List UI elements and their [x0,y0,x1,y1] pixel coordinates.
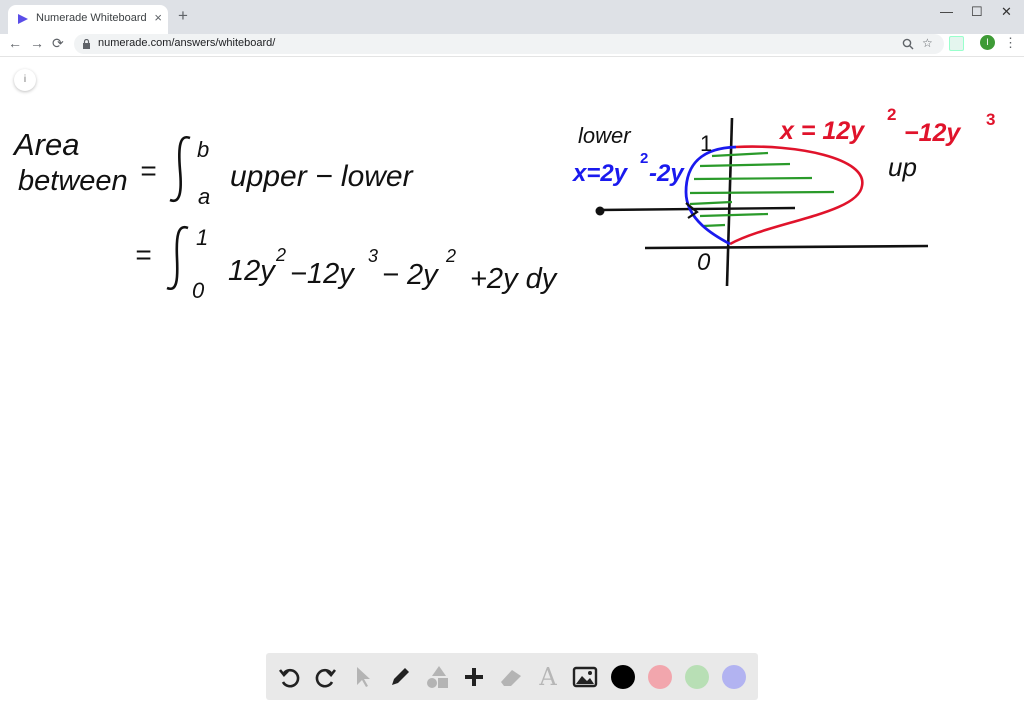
hw-upper-eq: x = 12y [778,117,865,145]
hw-integral2-upper: 1 [196,225,208,250]
hw-up-label: up [888,152,917,182]
hw-term-12y: 12y [228,255,276,287]
hw-term-minus-12y: −12y [290,258,355,290]
shading-line [699,162,791,168]
browser-menu-icon[interactable]: ⋮ [1004,35,1017,51]
tab-close-icon[interactable]: × [154,10,162,25]
hw-lower-eq-exp: 2 [640,150,648,167]
text-tool-label: A [539,663,557,691]
x-axis [644,244,929,250]
color-swatch-green[interactable] [685,665,709,689]
image-icon[interactable] [570,662,600,692]
undo-icon[interactable] [274,662,304,692]
color-swatch-red[interactable] [648,665,672,689]
hw-graph-zero: 0 [697,249,711,276]
hw-exp-2b: 2 [445,246,456,266]
address-bar[interactable]: numerade.com/answers/whiteboard/ ☆ [74,34,944,54]
url-text: numerade.com/answers/whiteboard/ [98,37,276,49]
tab-strip: Numerade Whiteboard × + — ☐ ✕ [0,0,1024,34]
hw-upper-eq-exp2: 3 [986,110,995,129]
shading-line [689,200,733,206]
new-tab-button[interactable]: + [178,7,188,24]
shading-line [699,212,769,218]
integral-sign-2 [166,225,189,291]
lock-icon [83,39,90,49]
eraser-icon[interactable] [496,662,526,692]
hw-integral2-lower: 0 [192,278,205,303]
add-icon[interactable] [459,662,489,692]
redo-icon[interactable] [311,662,341,692]
back-icon[interactable]: ← [8,35,22,51]
text-icon[interactable]: A [533,662,563,692]
shading-line [689,190,835,195]
shading-line [711,151,769,158]
region-graph: lower x=2y 2 -2y x = 12y 2 −12y 3 up 1 0 [571,105,995,287]
tab-title: Numerade Whiteboard [36,12,147,24]
sample-arrow [597,206,796,212]
hw-term-minus-2y: − 2y [382,259,439,291]
browser-toolbar: ← → ⟳ numerade.com/answers/whiteboard/ ☆… [0,34,1024,57]
whiteboard-canvas[interactable]: Area between = b a upper − lower = 1 0 1… [0,57,1024,708]
hw-upper-eq-exp1: 2 [887,105,896,124]
hw-integral-upper-b: b [197,137,209,162]
hw-integral-lower-a: a [198,184,210,209]
hw-area: Area [12,127,79,162]
hw-equals-1: = [140,155,156,186]
zoom-icon[interactable] [902,38,914,50]
forward-icon[interactable]: → [30,35,44,51]
hw-exp-2: 2 [275,245,286,265]
color-swatch-blue[interactable] [722,665,746,689]
bookmark-star-icon[interactable]: ☆ [922,36,933,50]
hw-equals-2: = [135,239,151,270]
profile-avatar[interactable]: I [980,35,995,50]
close-window-icon[interactable]: ✕ [1001,4,1012,20]
browser-tab[interactable]: Numerade Whiteboard × [8,5,168,34]
hw-term-plus-2y-dy: +2y dy [470,263,558,295]
hw-lower-eq-tail: -2y [649,160,685,187]
numerade-logo-icon [18,14,28,24]
pointer-icon[interactable] [348,662,378,692]
hw-between: between [18,165,128,197]
shading-line [702,223,726,228]
pen-icon[interactable] [385,662,415,692]
color-swatch-black[interactable] [611,665,635,689]
upper-curve [729,145,864,246]
reload-icon[interactable]: ⟳ [52,35,64,52]
hw-lower-label: lower [578,123,632,148]
integral-sign [169,135,191,203]
shading-line [693,176,813,181]
drawing-palette: A [266,653,758,700]
hw-upper-eq-mid: −12y [904,119,961,147]
hw-upper-lower: upper − lower [230,160,414,193]
minimize-icon[interactable]: — [940,4,953,19]
shapes-icon[interactable] [422,662,452,692]
hw-lower-eq: x=2y [571,160,629,187]
hw-exp-3: 3 [368,246,378,266]
arrow-dot [595,206,605,216]
maximize-icon[interactable]: ☐ [971,4,983,20]
extension-icon[interactable] [949,36,964,51]
hw-graph-one: 1 [700,131,712,156]
